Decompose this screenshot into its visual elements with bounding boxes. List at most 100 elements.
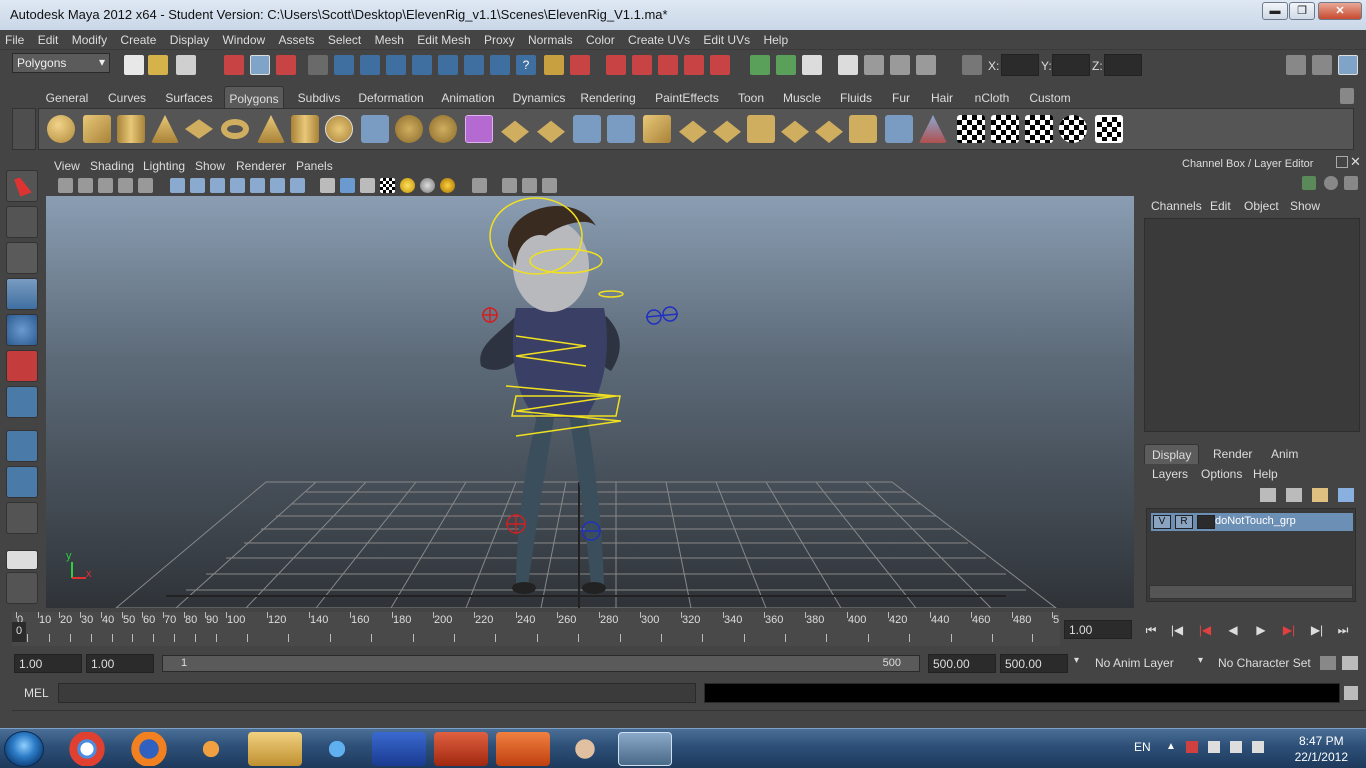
paint-select-tool-icon[interactable]	[6, 242, 38, 274]
sublime-taskbar-icon[interactable]	[496, 732, 550, 766]
universal-manipulator-icon[interactable]	[6, 386, 38, 418]
le-menu-help[interactable]: Help	[1253, 467, 1278, 481]
menu-edit[interactable]: Edit	[33, 30, 64, 47]
messenger-taskbar-icon[interactable]	[310, 732, 364, 766]
last-tool-icon[interactable]	[6, 502, 38, 534]
camera-icon[interactable]	[58, 178, 73, 193]
soft-modification-icon[interactable]	[6, 430, 38, 462]
move-tool-icon[interactable]	[6, 278, 38, 310]
select-by-hierarchy-icon[interactable]	[224, 55, 244, 75]
checker-sphere-icon[interactable]	[1059, 115, 1087, 143]
select-deformer-icon[interactable]	[438, 55, 458, 75]
menu-normals[interactable]: Normals	[523, 30, 578, 47]
float-panel-icon[interactable]	[1336, 156, 1348, 168]
shelf-tab-curves[interactable]: Curves	[102, 86, 152, 108]
use-all-lights-icon[interactable]	[400, 178, 415, 193]
tool-settings-icon[interactable]	[1312, 55, 1332, 75]
bridge-icon[interactable]	[537, 120, 565, 143]
chevron-up-icon[interactable]: ▲	[1166, 741, 1176, 752]
checker-uv-icon[interactable]	[991, 115, 1019, 143]
cb-menu-edit[interactable]: Edit	[1210, 199, 1231, 213]
perspective-viewport[interactable]: y x	[46, 196, 1134, 608]
planar-mapping-icon[interactable]	[885, 115, 913, 143]
xray-icon[interactable]	[502, 178, 517, 193]
2d-pan-zoom-icon[interactable]	[138, 178, 153, 193]
command-language-label[interactable]: MEL	[24, 686, 49, 700]
select-curve-icon[interactable]	[386, 55, 406, 75]
move-layer-down-icon[interactable]	[1338, 488, 1354, 502]
vp-menu-show[interactable]: Show	[195, 159, 225, 173]
lasso-tool-icon[interactable]	[6, 206, 38, 238]
step-forward-frame-icon[interactable]: ▶|	[1278, 620, 1300, 640]
image-plane-icon[interactable]	[118, 178, 133, 193]
menuset-dropdown[interactable]: Polygons ▾	[12, 53, 110, 73]
safe-title-icon[interactable]	[290, 178, 305, 193]
wedge-icon[interactable]	[781, 120, 809, 143]
hypershade-icon[interactable]	[916, 55, 936, 75]
bevel-icon[interactable]	[713, 120, 741, 143]
go-to-start-icon[interactable]: ⏮	[1140, 620, 1162, 640]
range-slider[interactable]: 1 500	[162, 655, 920, 672]
combine-icon[interactable]	[361, 115, 389, 143]
poly-pipe-icon[interactable]	[291, 115, 319, 143]
vp-menu-view[interactable]: View	[54, 159, 80, 173]
hud-icon[interactable]	[542, 178, 557, 193]
le-menu-layers[interactable]: Layers	[1152, 467, 1188, 481]
shelf-tab-general[interactable]: General	[42, 86, 92, 108]
x-input[interactable]	[1001, 54, 1039, 76]
layer-visibility-toggle[interactable]: V	[1153, 515, 1171, 529]
play-forwards-icon[interactable]: ▶	[1250, 620, 1272, 640]
layer-row[interactable]: V R doNotTouch_grp	[1151, 513, 1353, 531]
playback-start-field[interactable]: 1.00	[86, 654, 154, 673]
highlight-selection-icon[interactable]	[570, 55, 590, 75]
shelf-tab-hair[interactable]: Hair	[926, 86, 958, 108]
playback-end-field[interactable]: 500.00	[928, 654, 996, 673]
menu-create-uvs[interactable]: Create UVs	[623, 30, 695, 47]
xray-joints-icon[interactable]	[522, 178, 537, 193]
poly-torus-icon[interactable]	[221, 119, 249, 139]
wireframe-icon[interactable]	[320, 178, 335, 193]
select-surface-icon[interactable]	[412, 55, 432, 75]
bookmark-icon[interactable]	[98, 178, 113, 193]
resolution-gate-icon[interactable]	[210, 178, 225, 193]
shelf-tab-muscle[interactable]: Muscle	[780, 86, 824, 108]
vp-menu-shading[interactable]: Shading	[90, 159, 134, 173]
menu-assets[interactable]: Assets	[274, 30, 320, 47]
poly-sphere-icon[interactable]	[47, 115, 75, 143]
film-gate-icon[interactable]	[190, 178, 205, 193]
animation-preferences-icon[interactable]	[1342, 656, 1358, 670]
shelf-tab-fur[interactable]: Fur	[886, 86, 916, 108]
poly-cube-icon[interactable]	[83, 115, 111, 143]
new-scene-icon[interactable]	[124, 55, 144, 75]
checker-map-icon[interactable]	[957, 115, 985, 143]
ipr-render-icon[interactable]	[864, 55, 884, 75]
shelf-tab-deformation[interactable]: Deformation	[352, 86, 430, 108]
isolate-select-icon[interactable]	[472, 178, 487, 193]
select-rendering-icon[interactable]	[490, 55, 510, 75]
language-indicator[interactable]: EN	[1134, 740, 1151, 754]
snap-view-plane-icon[interactable]	[684, 55, 704, 75]
vp-menu-lighting[interactable]: Lighting	[143, 159, 185, 173]
poly-cylinder-icon[interactable]	[117, 115, 145, 143]
vp-menu-panels[interactable]: Panels	[296, 159, 333, 173]
split-polygon-icon[interactable]	[607, 115, 635, 143]
clock[interactable]: 8:47 PM 22/1/2012	[1295, 733, 1348, 765]
field-chart-icon[interactable]	[250, 178, 265, 193]
select-joint-icon[interactable]	[360, 55, 380, 75]
go-to-end-icon[interactable]: ⏭	[1332, 620, 1354, 640]
trash-icon[interactable]	[1340, 88, 1354, 104]
poly-soccer-ball-icon[interactable]	[325, 115, 353, 143]
grid-icon[interactable]	[170, 178, 185, 193]
volume-icon[interactable]	[1252, 741, 1264, 753]
extrude-icon[interactable]	[501, 120, 529, 143]
safe-action-icon[interactable]	[270, 178, 285, 193]
menu-select[interactable]: Select	[323, 30, 366, 47]
layer-display-type-toggle[interactable]: R	[1175, 515, 1193, 529]
vp-menu-renderer[interactable]: Renderer	[236, 159, 286, 173]
menu-file[interactable]: File	[0, 30, 29, 47]
command-input[interactable]	[58, 683, 696, 703]
manipulator-icon[interactable]	[1302, 176, 1316, 190]
channel-box-area[interactable]	[1144, 218, 1360, 432]
menu-mesh[interactable]: Mesh	[370, 30, 409, 47]
snap-grid-icon[interactable]	[606, 55, 626, 75]
